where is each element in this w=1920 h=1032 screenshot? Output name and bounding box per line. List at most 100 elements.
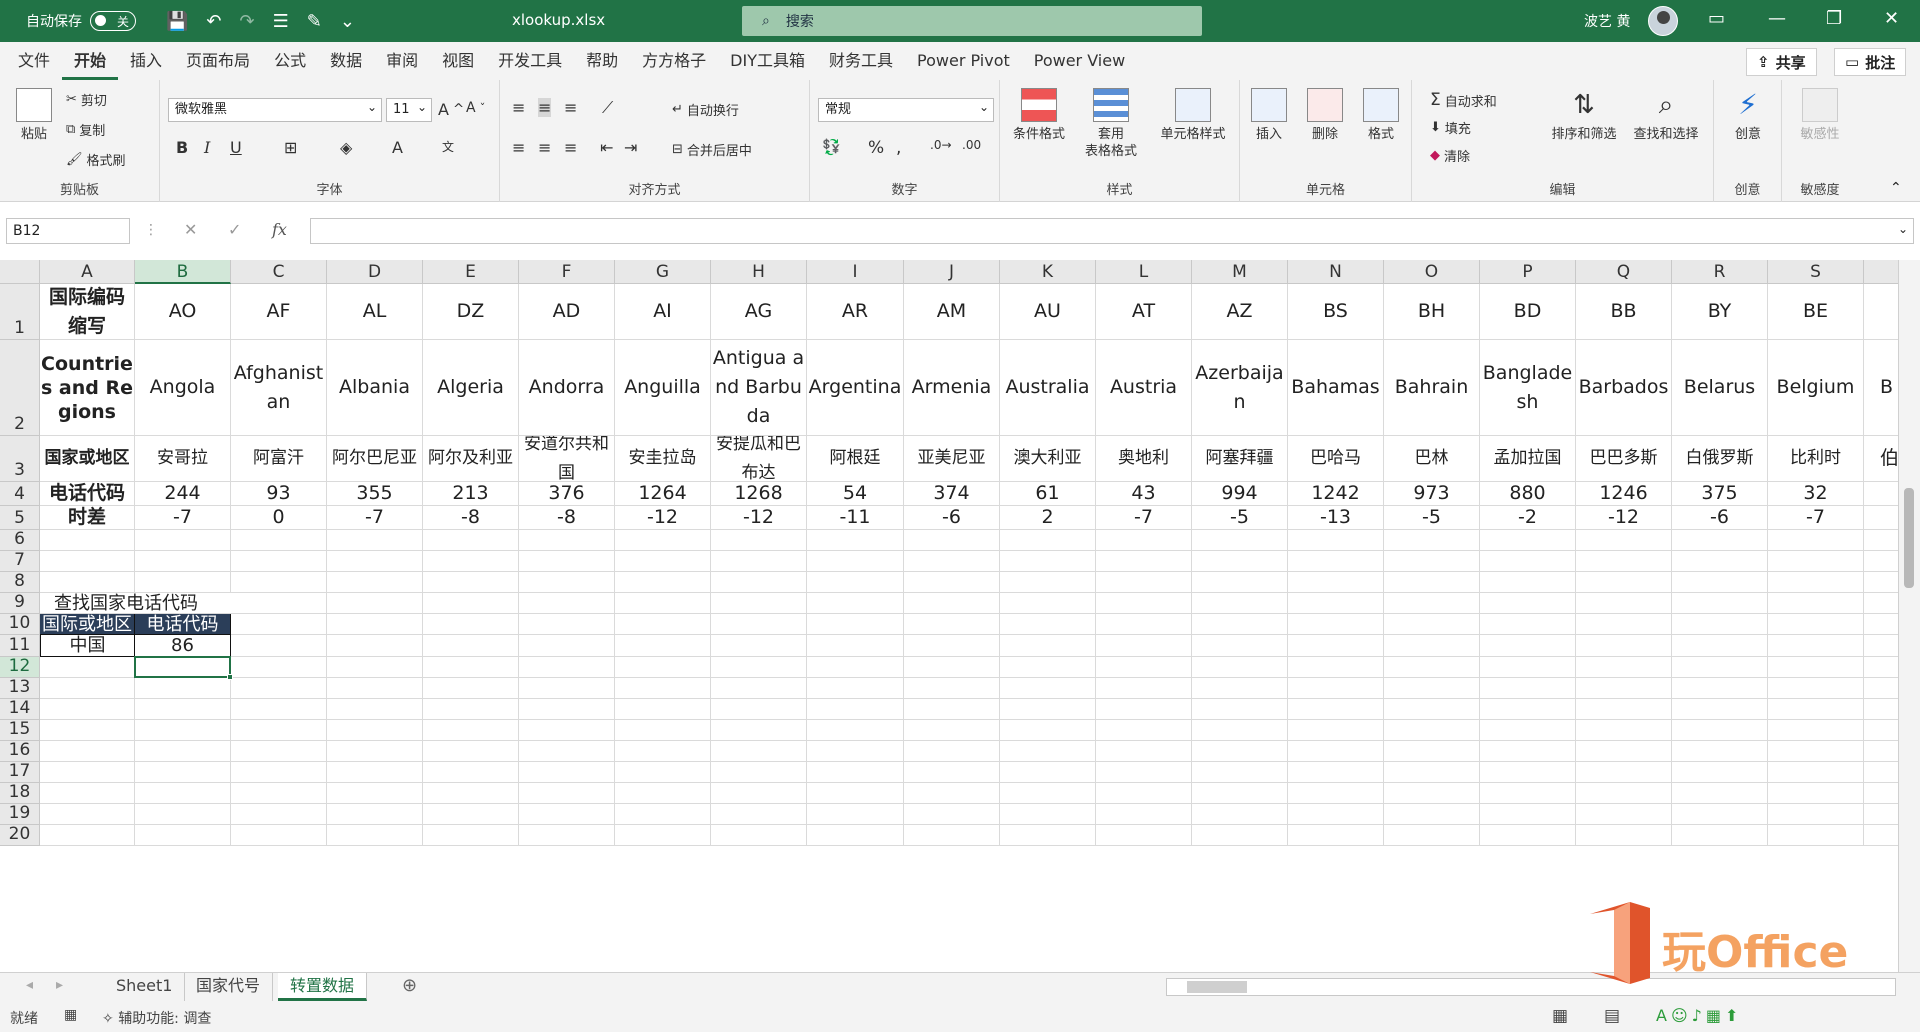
table-cell-r2[interactable]: Belarus	[1672, 340, 1768, 436]
cell-g11[interactable]	[615, 635, 711, 657]
cell-p9[interactable]	[1480, 593, 1576, 614]
table-cell-n5[interactable]: -13	[1288, 506, 1384, 530]
cell-n20[interactable]	[1288, 825, 1384, 846]
cell-m14[interactable]	[1192, 699, 1288, 720]
cell-t10[interactable]	[1864, 614, 1898, 635]
align-middle-icon[interactable]: ≡	[538, 98, 552, 117]
table-cell-l2[interactable]: Austria	[1096, 340, 1192, 436]
table-cell-n4[interactable]: 1242	[1288, 482, 1384, 506]
cell-n9[interactable]	[1288, 593, 1384, 614]
cell-q8[interactable]	[1576, 572, 1672, 593]
cell-s8[interactable]	[1768, 572, 1864, 593]
autosum-button[interactable]: Σ 自动求和	[1430, 90, 1497, 110]
cell-h13[interactable]	[711, 678, 807, 699]
cell-i18[interactable]	[807, 783, 904, 804]
table-cell-f3[interactable]: 安道尔共和国	[519, 436, 615, 482]
cell-l7[interactable]	[1096, 551, 1192, 572]
cell-a6[interactable]	[40, 530, 135, 551]
cell-e7[interactable]	[423, 551, 519, 572]
table-cell-t2[interactable]: B	[1864, 340, 1898, 436]
cut-button[interactable]: ✂ 剪切	[66, 90, 107, 109]
font-family-select[interactable]: 微软雅黑	[168, 96, 382, 122]
cell-d19[interactable]	[327, 804, 423, 825]
cell-t16[interactable]	[1864, 741, 1898, 762]
table-cell-g1[interactable]: AI	[615, 284, 711, 340]
cell-h18[interactable]	[711, 783, 807, 804]
cell-d6[interactable]	[327, 530, 423, 551]
cell-m11[interactable]	[1192, 635, 1288, 657]
cell-a20[interactable]	[40, 825, 135, 846]
table-cell-s3[interactable]: 比利时	[1768, 436, 1864, 482]
table-cell-i1[interactable]: AR	[807, 284, 904, 340]
file-name[interactable]: xlookup.xlsx	[512, 11, 605, 29]
cell-t9[interactable]	[1864, 593, 1898, 614]
row-header-10[interactable]: 10	[0, 613, 40, 635]
table-cell-h2[interactable]: Antigua and Barbuda	[711, 340, 807, 436]
cell-a18[interactable]	[40, 783, 135, 804]
cell-b18[interactable]	[135, 783, 231, 804]
select-all-corner[interactable]	[0, 260, 40, 284]
cell-n13[interactable]	[1288, 678, 1384, 699]
tab-page-layout[interactable]: 页面布局	[174, 42, 262, 80]
column-header-p[interactable]: P	[1480, 260, 1576, 284]
cell-h12[interactable]	[711, 657, 807, 678]
cell-q7[interactable]	[1576, 551, 1672, 572]
align-bottom-icon[interactable]: ≡	[564, 98, 577, 117]
table-cell-c3[interactable]: 阿富汗	[231, 436, 327, 482]
table-cell-k5[interactable]: 2	[1000, 506, 1096, 530]
table-cell-i4[interactable]: 54	[807, 482, 904, 506]
cell-k12[interactable]	[1000, 657, 1096, 678]
cell-o10[interactable]	[1384, 614, 1480, 635]
cell-s13[interactable]	[1768, 678, 1864, 699]
accessibility-status[interactable]: ✧ 辅助功能: 调查	[102, 1008, 211, 1028]
cell-k6[interactable]	[1000, 530, 1096, 551]
table-cell-g5[interactable]: -12	[615, 506, 711, 530]
cell-o12[interactable]	[1384, 657, 1480, 678]
table-cell-e2[interactable]: Algeria	[423, 340, 519, 436]
table-cell-q3[interactable]: 巴巴多斯	[1576, 436, 1672, 482]
table-cell-b2[interactable]: Angola	[135, 340, 231, 436]
find-select-button[interactable]: ⌕ 查找和选择	[1624, 88, 1708, 143]
cell-f15[interactable]	[519, 720, 615, 741]
cell-styles-button[interactable]: 单元格样式	[1150, 88, 1236, 143]
table-cell-b3[interactable]: 安哥拉	[135, 436, 231, 482]
table-cell-p1[interactable]: BD	[1480, 284, 1576, 340]
cell-a15[interactable]	[40, 720, 135, 741]
row-header-4[interactable]: 4	[0, 482, 40, 506]
cell-r16[interactable]	[1672, 741, 1768, 762]
table-cell-n1[interactable]: BS	[1288, 284, 1384, 340]
table-cell-p2[interactable]: Bangladesh	[1480, 340, 1576, 436]
cell-l18[interactable]	[1096, 783, 1192, 804]
phonetic-icon[interactable]: 文	[442, 138, 454, 155]
qat-dropdown-icon[interactable]: ⌄	[340, 11, 355, 32]
cell-d18[interactable]	[327, 783, 423, 804]
table-cell-k2[interactable]: Australia	[1000, 340, 1096, 436]
column-header-q[interactable]: Q	[1576, 260, 1672, 284]
cell-d10[interactable]	[327, 614, 423, 635]
cell-o16[interactable]	[1384, 741, 1480, 762]
cell-c14[interactable]	[231, 699, 327, 720]
cell-r20[interactable]	[1672, 825, 1768, 846]
cell-o14[interactable]	[1384, 699, 1480, 720]
cell-r9[interactable]	[1672, 593, 1768, 614]
cell-c8[interactable]	[231, 572, 327, 593]
cell-k13[interactable]	[1000, 678, 1096, 699]
table-cell-m5[interactable]: -5	[1192, 506, 1288, 530]
column-header-b[interactable]: B	[135, 260, 231, 284]
table-cell-c4[interactable]: 93	[231, 482, 327, 506]
underline-icon[interactable]: U	[230, 138, 242, 157]
cell-m9[interactable]	[1192, 593, 1288, 614]
cell-s18[interactable]	[1768, 783, 1864, 804]
cell-i10[interactable]	[807, 614, 904, 635]
table-cell-h5[interactable]: -12	[711, 506, 807, 530]
cell-o9[interactable]	[1384, 593, 1480, 614]
cell-h11[interactable]	[711, 635, 807, 657]
cell-c18[interactable]	[231, 783, 327, 804]
cell-j6[interactable]	[904, 530, 1000, 551]
table-cell-r4[interactable]: 375	[1672, 482, 1768, 506]
cell-a17[interactable]	[40, 762, 135, 783]
cell-k14[interactable]	[1000, 699, 1096, 720]
cell-s7[interactable]	[1768, 551, 1864, 572]
column-header-h[interactable]: H	[711, 260, 807, 284]
column-header-next[interactable]	[1864, 260, 1898, 284]
